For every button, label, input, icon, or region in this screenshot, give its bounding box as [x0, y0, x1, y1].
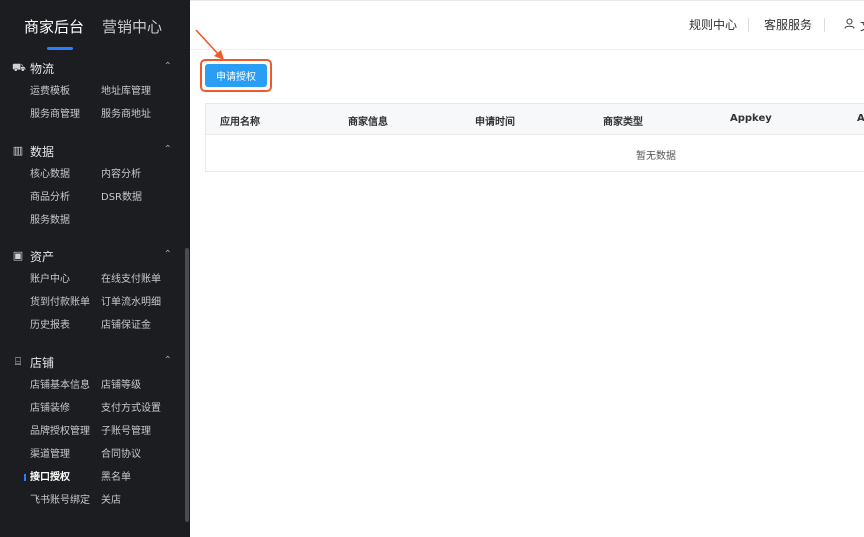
section-store[interactable]: ⌸ 店铺 ⌃ [12, 352, 172, 372]
sidebar-item-core-data[interactable]: 核心数据 [30, 168, 70, 182]
wallet-icon: ▣ [12, 249, 24, 262]
sidebar-item-feishu-binding[interactable]: 飞书账号绑定 [30, 494, 90, 508]
sidebar-item-api-authorization[interactable]: 接口授权 [30, 471, 70, 485]
column-appkey: Appkey [730, 113, 772, 124]
authorization-table: 应用名称 商家信息 申请时间 商家类型 Appkey A 暂无数据 [205, 103, 864, 172]
tab-merchant-backend[interactable]: 商家后台 [24, 16, 84, 38]
active-tab-underline [47, 47, 73, 50]
divider [824, 18, 825, 32]
user-name[interactable]: 文 [860, 17, 864, 34]
column-merchant-info: 商家信息 [348, 117, 388, 128]
section-label: 店铺 [30, 355, 55, 370]
sidebar-item-store-decoration[interactable]: 店铺装修 [30, 402, 70, 416]
section-label: 数据 [30, 144, 55, 159]
sidebar-item-dsr-data[interactable]: DSR数据 [101, 191, 142, 205]
table-header: 应用名称 商家信息 申请时间 商家类型 Appkey A [206, 104, 864, 135]
bar-chart-icon: ▥ [12, 144, 24, 157]
column-merchant-type: 商家类型 [603, 117, 643, 128]
sidebar-item-contract[interactable]: 合同协议 [101, 448, 141, 462]
sidebar-item-order-flow-detail[interactable]: 订单流水明细 [101, 296, 161, 310]
sidebar-item-content-analysis[interactable]: 内容分析 [101, 168, 141, 182]
sidebar-item-brand-authorization[interactable]: 品牌授权管理 [30, 425, 90, 439]
sidebar-item-blacklist[interactable]: 黑名单 [101, 471, 131, 485]
sidebar-item-product-analysis[interactable]: 商品分析 [30, 191, 70, 205]
sidebar-item-provider-address[interactable]: 服务商地址 [101, 108, 151, 122]
store-icon: ⌸ [14, 355, 22, 368]
chevron-up-icon[interactable]: ⌃ [164, 144, 172, 155]
sidebar-item-store-basic-info[interactable]: 店铺基本信息 [30, 379, 90, 393]
section-label: 物流 [30, 61, 55, 76]
sidebar: 商家后台 营销中心 ⛟ 物流 ⌃ 运费模板 地址库管理 服务商管理 服务商地址 … [0, 0, 190, 537]
column-truncated: A [857, 113, 864, 124]
column-app-name: 应用名称 [220, 117, 260, 128]
chevron-up-icon[interactable]: ⌃ [164, 355, 172, 366]
sidebar-item-provider-management[interactable]: 服务商管理 [30, 108, 80, 122]
empty-state-text: 暂无数据 [636, 151, 676, 162]
section-data[interactable]: ▥ 数据 ⌃ [12, 141, 172, 161]
sidebar-item-store-level[interactable]: 店铺等级 [101, 379, 141, 393]
sidebar-item-account-center[interactable]: 账户中心 [30, 273, 70, 287]
sidebar-item-history-report[interactable]: 历史报表 [30, 319, 70, 333]
sidebar-item-cod-bill[interactable]: 货到付款账单 [30, 296, 90, 310]
section-label: 资产 [30, 249, 55, 264]
brand-tabs: 商家后台 营销中心 [24, 16, 162, 38]
column-apply-time: 申请时间 [475, 117, 515, 128]
sidebar-scrollbar[interactable] [185, 248, 189, 522]
sidebar-item-service-data[interactable]: 服务数据 [30, 214, 70, 228]
apply-authorization-button[interactable]: 申请授权 [205, 64, 267, 87]
divider [748, 18, 749, 32]
sidebar-item-close-store[interactable]: 关店 [101, 494, 121, 508]
user-glyph [844, 18, 855, 29]
sidebar-item-address-library[interactable]: 地址库管理 [101, 85, 151, 99]
sidebar-item-sub-account[interactable]: 子账号管理 [101, 425, 151, 439]
sidebar-item-channel-management[interactable]: 渠道管理 [30, 448, 70, 462]
user-icon[interactable] [844, 18, 855, 32]
sidebar-item-online-payment-bill[interactable]: 在线支付账单 [101, 273, 161, 287]
sidebar-item-freight-template[interactable]: 运费模板 [30, 85, 70, 99]
section-assets[interactable]: ▣ 资产 ⌃ [12, 246, 172, 266]
sidebar-item-store-deposit[interactable]: 店铺保证金 [101, 319, 151, 333]
rule-center-link[interactable]: 规则中心 [689, 17, 737, 33]
truck-icon: ⛟ [12, 61, 26, 74]
table-body: 暂无数据 [206, 135, 864, 171]
active-item-marker [24, 474, 26, 481]
sidebar-item-payment-settings[interactable]: 支付方式设置 [101, 402, 161, 416]
chevron-up-icon[interactable]: ⌃ [164, 249, 172, 260]
chevron-up-icon[interactable]: ⌃ [164, 61, 172, 72]
top-bar [190, 0, 864, 50]
section-logistics[interactable]: ⛟ 物流 ⌃ [12, 58, 172, 78]
customer-service-link[interactable]: 客服服务 [764, 17, 812, 33]
tab-marketing-center[interactable]: 营销中心 [102, 16, 162, 38]
